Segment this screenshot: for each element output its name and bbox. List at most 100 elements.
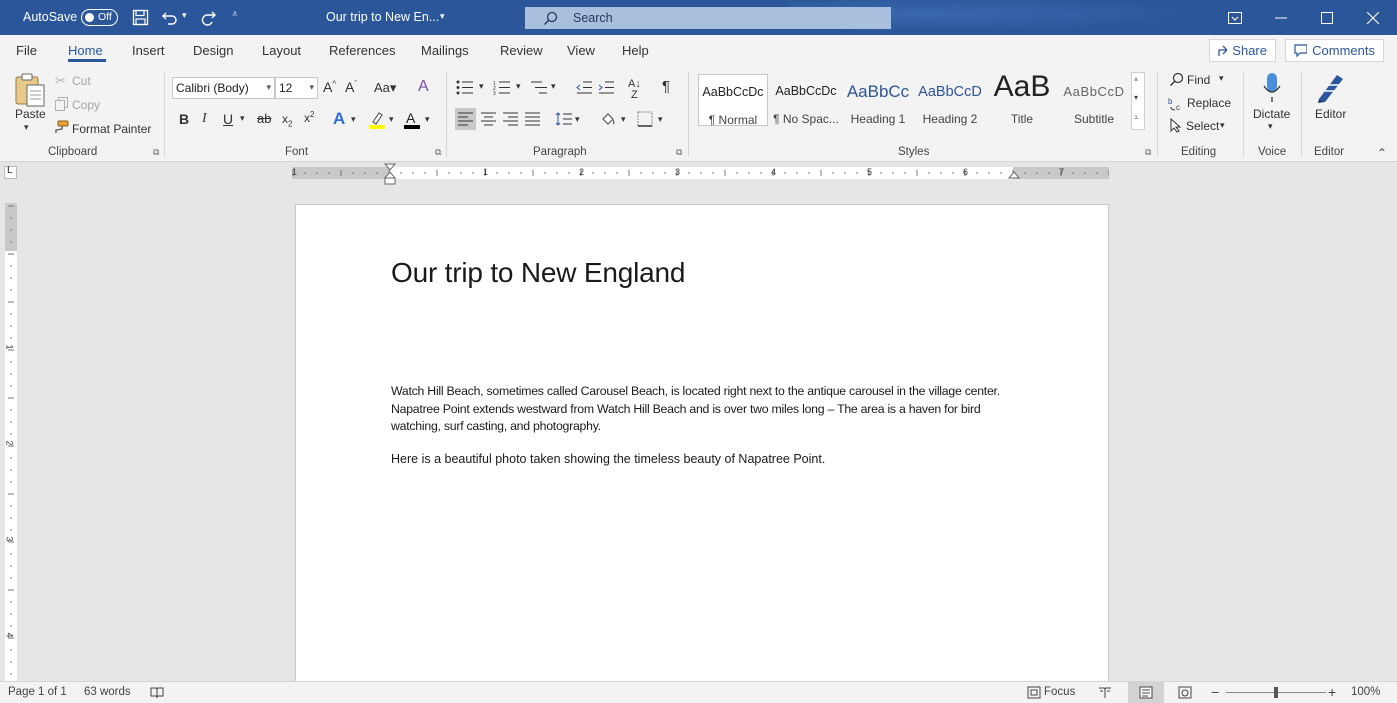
style-title[interactable]: AaB Title (987, 70, 1057, 126)
find-icon[interactable] (1169, 72, 1184, 87)
show-formatting-marks-icon[interactable]: ¶ (662, 79, 670, 94)
tab-insert[interactable]: Insert (132, 43, 165, 58)
grow-font-icon[interactable]: A^ (323, 80, 336, 94)
save-icon[interactable] (132, 9, 149, 26)
autosave-toggle[interactable]: Off (81, 9, 118, 26)
shading-icon[interactable] (600, 111, 617, 128)
minimize-button[interactable] (1258, 0, 1304, 35)
borders-dropdown-icon[interactable]: ▾ (658, 115, 663, 124)
select-label[interactable]: Select (1186, 119, 1219, 133)
borders-icon[interactable] (637, 111, 653, 127)
search-box[interactable]: Search (525, 7, 891, 29)
proofing-icon[interactable] (150, 687, 164, 699)
increase-indent-icon[interactable] (598, 80, 615, 95)
select-dropdown-icon[interactable]: ▾ (1220, 121, 1225, 130)
justify-icon[interactable] (525, 112, 540, 126)
tab-selector[interactable]: L (4, 165, 17, 179)
line-spacing-icon[interactable] (555, 112, 572, 126)
tab-file[interactable]: File (16, 43, 37, 58)
collapse-ribbon-icon[interactable]: ⌃ (1377, 147, 1387, 159)
document-paragraph[interactable]: Here is a beautiful photo taken showing … (391, 452, 825, 466)
document-name[interactable]: Our trip to New En... (326, 10, 439, 24)
sort-icon[interactable]: A↓ Z (628, 79, 641, 101)
dictate-dropdown-icon[interactable]: ▾ (1268, 122, 1273, 131)
font-color-icon[interactable]: A (403, 110, 421, 130)
numbering-dropdown-icon[interactable]: ▾ (516, 82, 521, 91)
superscript-icon[interactable]: x2 (304, 111, 314, 125)
editor-icon[interactable] (1315, 71, 1347, 103)
dictate-label[interactable]: Dictate (1253, 107, 1290, 121)
more-styles-icon[interactable]: ⩡ (1134, 113, 1139, 123)
horizontal-ruler[interactable]: 1 1 2 3 4 5 6 7 (292, 167, 1109, 179)
italic-icon[interactable]: I (202, 112, 207, 126)
multilevel-list-icon[interactable] (530, 80, 548, 95)
replace-label[interactable]: Replace (1187, 96, 1231, 110)
zoom-level[interactable]: 100% (1351, 686, 1380, 698)
decrease-indent-icon[interactable] (576, 80, 593, 95)
document-page[interactable]: Our trip to New England Watch Hill Beach… (295, 204, 1109, 684)
font-size-dropdown-icon[interactable]: ▾ (309, 82, 314, 93)
customize-toolbar-icon[interactable]: ⩡ (232, 9, 238, 20)
paste-label[interactable]: Paste (15, 107, 46, 121)
underline-icon[interactable]: U (223, 112, 233, 126)
undo-icon[interactable] (161, 9, 178, 26)
style-no-spacing[interactable]: AaBbCcDc ¶ No Spac... (771, 74, 841, 126)
zoom-in-icon[interactable]: + (1328, 684, 1336, 700)
format-painter-label[interactable]: Format Painter (72, 122, 151, 136)
find-label[interactable]: Find (1187, 73, 1210, 87)
style-subtitle[interactable]: AaBbCcD Subtitle (1059, 74, 1129, 126)
font-name-box[interactable]: Calibri (Body) ▾ (172, 77, 275, 99)
highlight-dropdown-icon[interactable]: ▾ (389, 115, 394, 124)
underline-dropdown-icon[interactable]: ▾ (240, 114, 245, 123)
clear-formatting-icon[interactable]: A (418, 79, 429, 95)
paragraph-launcher-icon[interactable]: ⧉ (676, 148, 682, 157)
tab-view[interactable]: View (567, 43, 595, 58)
align-left-button[interactable] (455, 108, 476, 130)
maximize-button[interactable] (1304, 0, 1350, 35)
zoom-slider-thumb[interactable] (1274, 687, 1278, 698)
focus-mode-button[interactable]: Focus (1044, 686, 1075, 698)
styles-gallery-scroll[interactable]: ▴ ▾ ⩡ (1131, 72, 1145, 130)
editor-label[interactable]: Editor (1315, 107, 1346, 121)
align-right-icon[interactable] (503, 112, 518, 126)
scroll-down-icon[interactable]: ▾ (1134, 93, 1138, 102)
word-count[interactable]: 63 words (84, 686, 131, 698)
close-button[interactable] (1350, 0, 1396, 35)
change-case-icon[interactable]: Aa▾ (374, 81, 396, 94)
ribbon-display-options-button[interactable] (1212, 0, 1258, 35)
numbering-icon[interactable]: 123 (493, 80, 511, 95)
font-name-dropdown-icon[interactable]: ▾ (266, 82, 271, 93)
document-paragraph[interactable]: Watch Hill Beach, sometimes called Carou… (391, 383, 1011, 436)
align-center-icon[interactable] (481, 112, 496, 126)
text-effects-icon[interactable]: A (333, 110, 345, 127)
replace-icon[interactable]: bc (1168, 96, 1184, 111)
shading-dropdown-icon[interactable]: ▾ (621, 115, 626, 124)
bullets-icon[interactable] (456, 80, 474, 95)
line-spacing-dropdown-icon[interactable]: ▾ (575, 115, 580, 124)
font-launcher-icon[interactable]: ⧉ (435, 148, 441, 157)
tab-design[interactable]: Design (193, 43, 233, 58)
tab-help[interactable]: Help (622, 43, 649, 58)
web-layout-icon[interactable] (1178, 686, 1193, 699)
style-heading-2[interactable]: AaBbCcD Heading 2 (915, 74, 985, 126)
font-color-dropdown-icon[interactable]: ▾ (425, 115, 430, 124)
doc-name-dropdown-icon[interactable]: ▾ (440, 11, 445, 22)
bold-icon[interactable]: B (179, 112, 189, 126)
font-size-box[interactable]: 12 ▾ (275, 77, 318, 99)
multilevel-dropdown-icon[interactable]: ▾ (551, 82, 556, 91)
scroll-up-icon[interactable]: ▴ (1134, 74, 1138, 83)
text-effects-dropdown-icon[interactable]: ▾ (351, 115, 356, 124)
undo-dropdown-icon[interactable]: ▾ (182, 10, 187, 21)
tab-references[interactable]: References (329, 43, 395, 58)
zoom-out-icon[interactable]: − (1211, 684, 1219, 700)
styles-launcher-icon[interactable]: ⧉ (1145, 148, 1151, 157)
tab-layout[interactable]: Layout (262, 43, 301, 58)
shrink-font-icon[interactable]: Aˇ (345, 80, 357, 94)
read-mode-icon[interactable] (1098, 686, 1113, 699)
document-title[interactable]: Our trip to New England (391, 257, 685, 289)
tab-home[interactable]: Home (68, 43, 103, 58)
strikethrough-icon[interactable]: ab (257, 112, 271, 125)
share-button[interactable]: Share (1209, 39, 1276, 62)
tab-mailings[interactable]: Mailings (421, 43, 469, 58)
microphone-icon[interactable] (1262, 72, 1282, 104)
